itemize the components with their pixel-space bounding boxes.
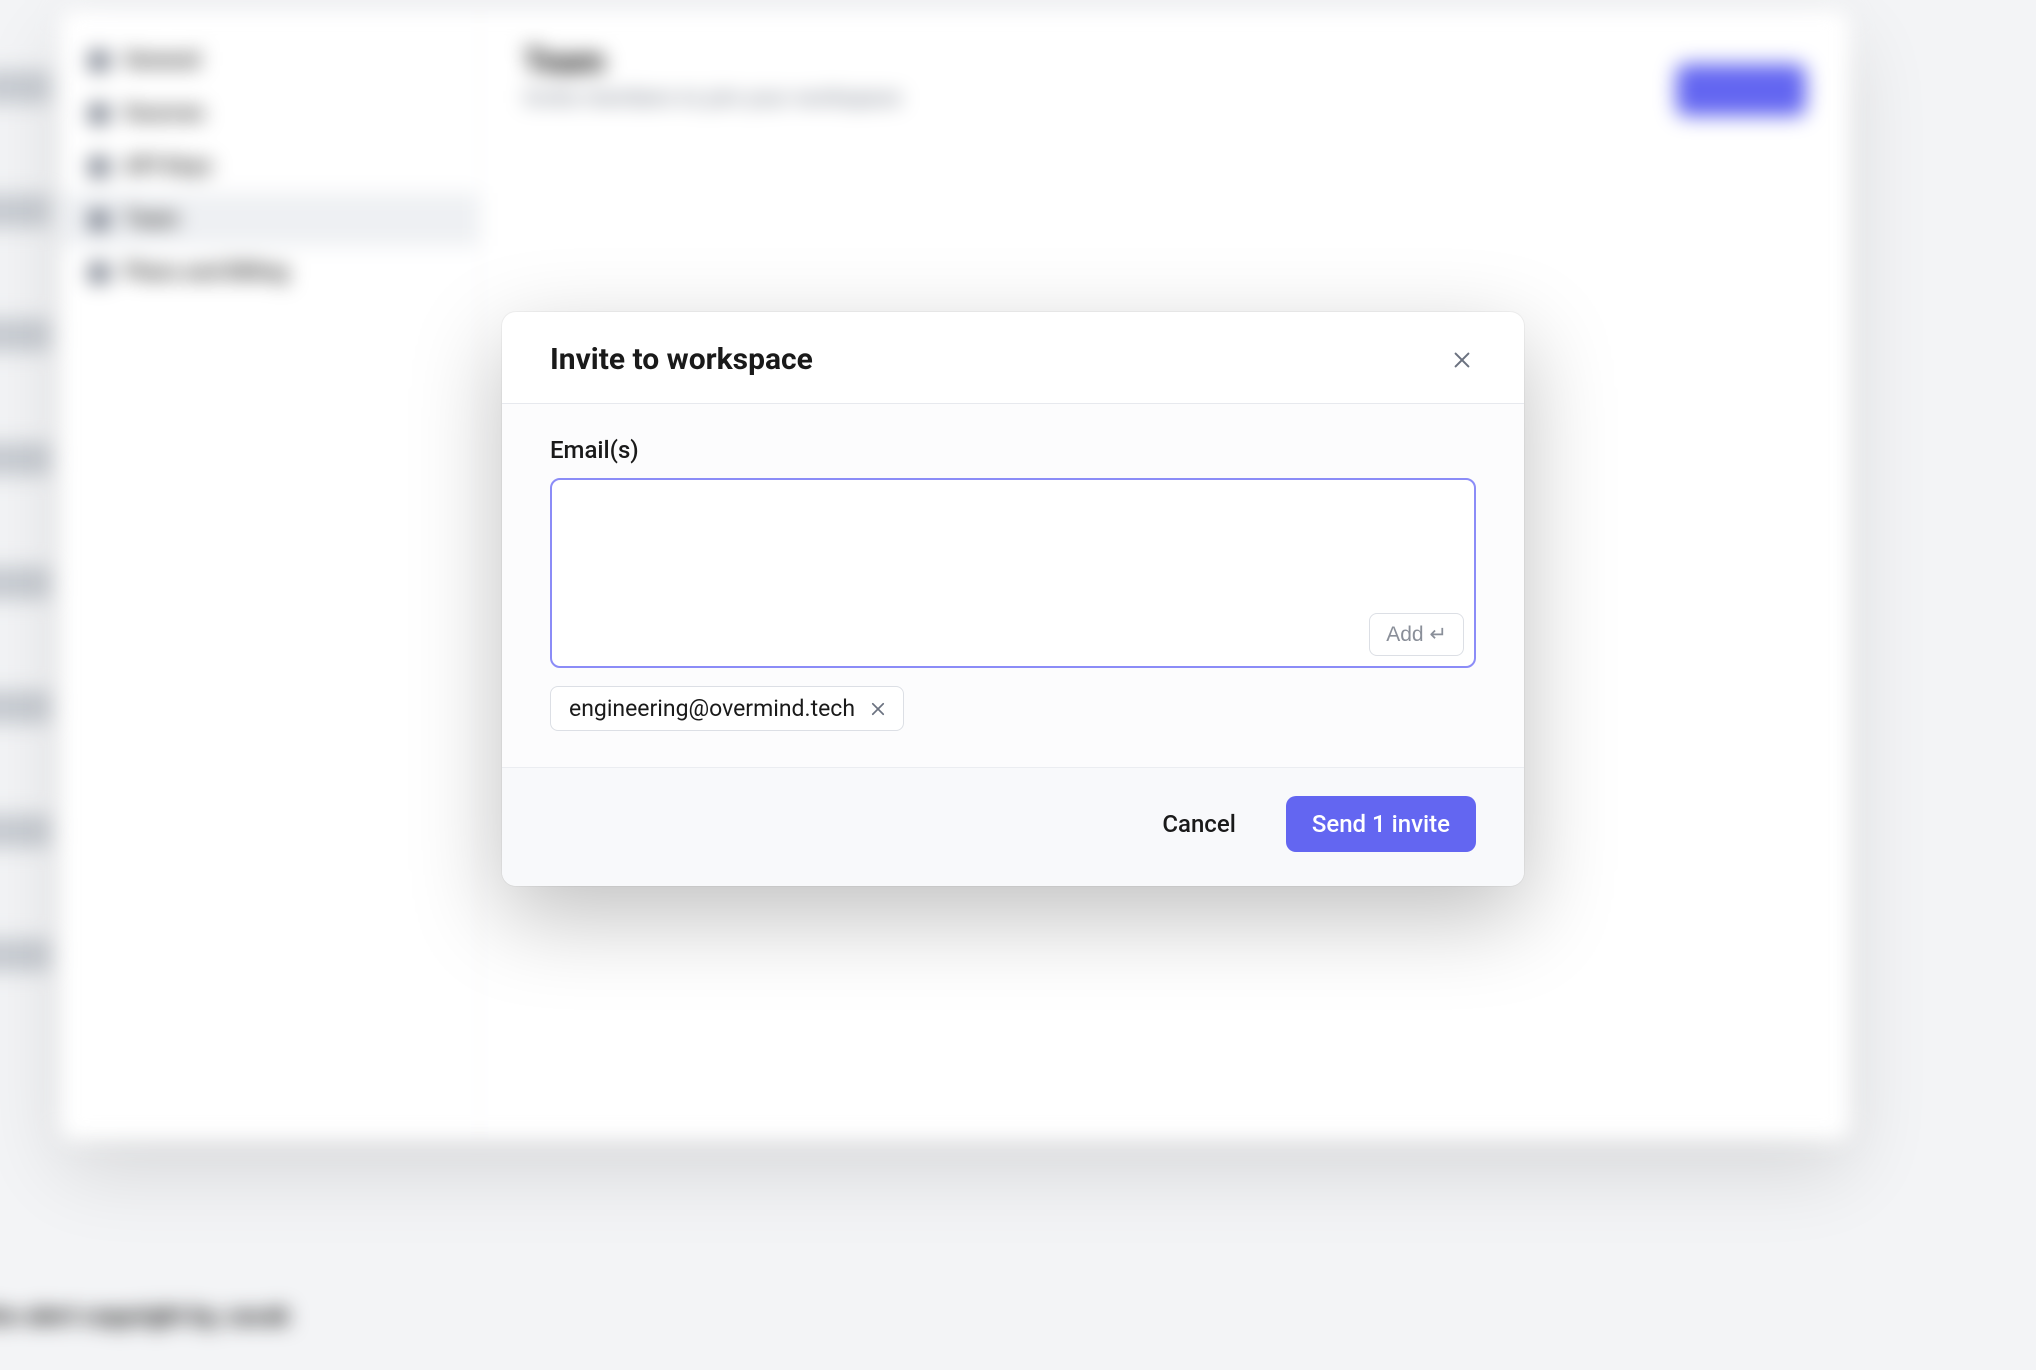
sidebar-item-label: Team	[124, 207, 179, 232]
send-invite-button[interactable]: Send 1 invite	[1286, 796, 1476, 852]
sidebar-item-team[interactable]: Team	[60, 193, 479, 246]
sidebar-item-api-keys[interactable]: API Keys	[60, 140, 479, 193]
dialog-body: Email(s) Add ↵ engineering@overmind.tech	[502, 404, 1524, 767]
credit-card-icon	[88, 262, 110, 284]
gear-icon	[88, 50, 110, 72]
email-chip-text: engineering@overmind.tech	[569, 695, 855, 722]
page-subtitle: Invite members to join your workspace	[524, 86, 1806, 111]
sidebar-item-sources[interactable]: Sources	[60, 87, 479, 140]
sidebar-item-label: API Keys	[124, 154, 212, 179]
sidebar-item-label: General	[124, 48, 200, 73]
dialog-title: Invite to workspace	[550, 342, 813, 377]
cancel-button[interactable]: Cancel	[1136, 796, 1261, 852]
emails-input[interactable]	[568, 496, 1458, 606]
cube-icon	[88, 103, 110, 125]
emails-field-label: Email(s)	[550, 436, 1476, 464]
invite-dialog: Invite to workspace Email(s) Add ↵ engin…	[502, 312, 1524, 886]
emails-input-wrap[interactable]: Add ↵	[550, 478, 1476, 668]
settings-sidebar: General Sources API Keys Team Plans and …	[60, 10, 480, 1140]
sidebar-item-label: Plans and Billing	[124, 260, 288, 285]
dialog-close-button[interactable]	[1448, 346, 1476, 374]
email-chips-row: engineering@overmind.tech	[550, 686, 1476, 731]
background-left-strip	[0, 70, 50, 972]
page-footer-fragment: psycho-alert copyright by, cacak	[0, 1302, 289, 1330]
close-icon	[869, 700, 887, 718]
add-email-button[interactable]: Add ↵	[1369, 613, 1464, 656]
invite-button[interactable]	[1676, 64, 1806, 116]
page-title: Team	[524, 42, 1806, 80]
sidebar-item-general[interactable]: General	[60, 34, 479, 87]
close-icon	[1451, 349, 1473, 371]
sidebar-item-plans-billing[interactable]: Plans and Billing	[60, 246, 479, 299]
users-icon	[88, 209, 110, 231]
add-email-button-label: Add ↵	[1386, 622, 1447, 647]
email-chip-remove-button[interactable]	[867, 698, 889, 720]
email-chip: engineering@overmind.tech	[550, 686, 904, 731]
key-icon	[88, 156, 110, 178]
sidebar-item-label: Sources	[124, 101, 205, 126]
dialog-header: Invite to workspace	[502, 312, 1524, 404]
dialog-footer: Cancel Send 1 invite	[502, 767, 1524, 886]
